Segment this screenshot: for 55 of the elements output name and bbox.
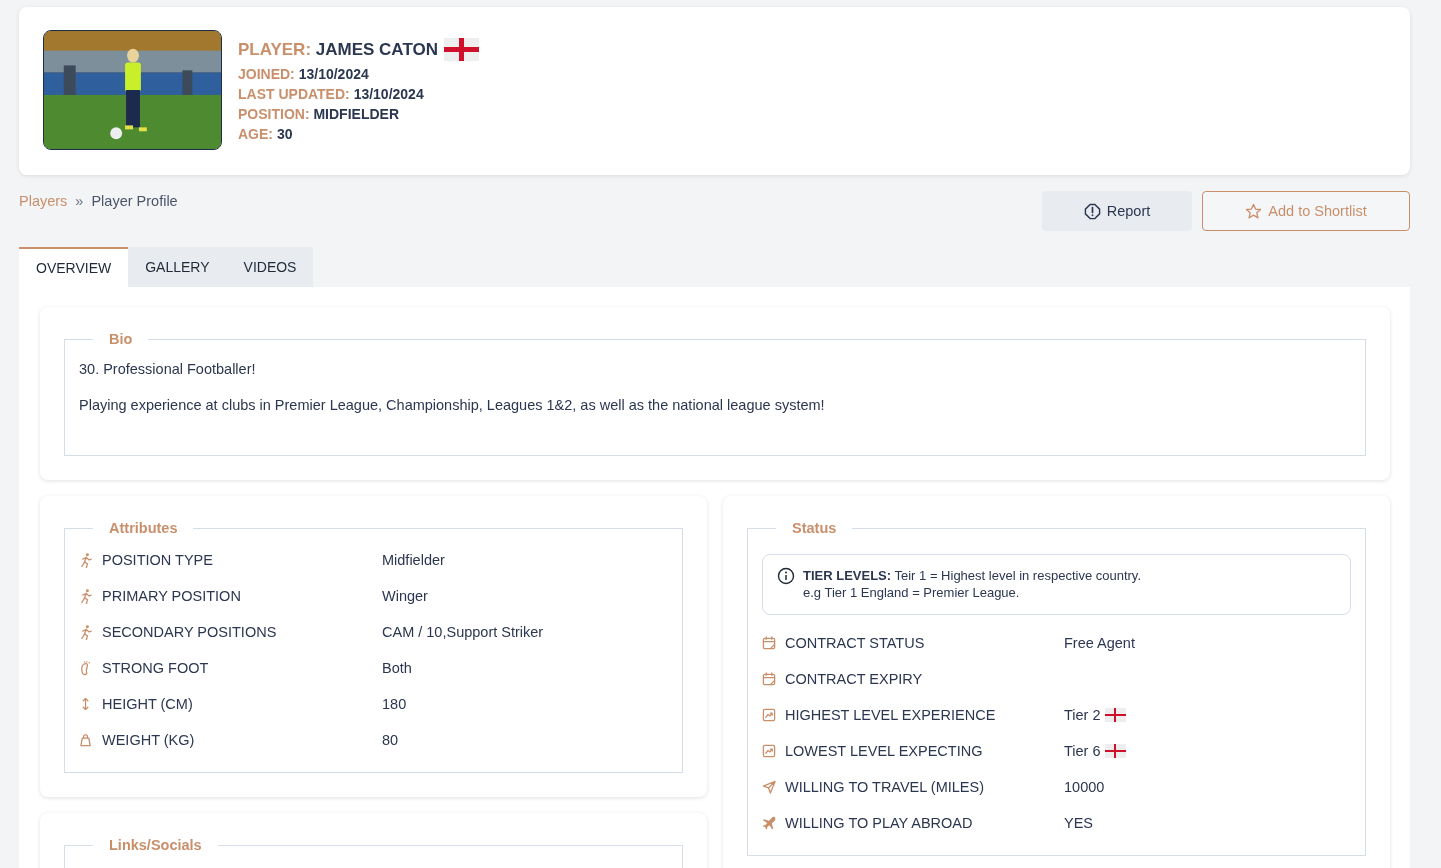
- section-title: Status: [791, 520, 838, 536]
- runner-icon: [79, 624, 93, 640]
- calendar-edit-icon: [762, 671, 776, 687]
- bio-text: 30. Professional Footballer!: [79, 361, 257, 377]
- attribute-label: POSITION TYPE: [102, 552, 214, 568]
- attribute-value: CAM / 10,Support Striker: [382, 624, 544, 640]
- attribute-label: HEIGHT (CM): [102, 696, 194, 712]
- attribute-value: Free Agent: [1064, 635, 1135, 651]
- runner-icon: [79, 588, 93, 604]
- attribute-label: WILLING TO PLAY ABROAD: [785, 815, 974, 831]
- report-button[interactable]: Report: [1042, 191, 1192, 231]
- attribute-value: 10000: [1064, 779, 1105, 795]
- attribute-value: 80: [382, 732, 399, 748]
- alert-icon: [1083, 202, 1101, 220]
- attribute-label: CONTRACT EXPIRY: [785, 671, 924, 687]
- info-icon: [777, 567, 795, 585]
- attribute-label: HIGHEST LEVEL EXPERIENCE: [785, 707, 997, 723]
- plane-icon: [762, 815, 776, 831]
- runner-icon: [79, 552, 93, 568]
- send-icon: [762, 779, 776, 795]
- attribute-label: PRIMARY POSITION: [102, 588, 242, 604]
- attribute-label: CONTRACT STATUS: [785, 635, 926, 651]
- bio-text: Playing experience at clubs in Premier League, Championship, Leagues 1&2, as well as the national league system!: [79, 397, 826, 413]
- attribute-value: 180: [382, 696, 407, 712]
- tab[interactable]: GALLERY: [128, 247, 227, 287]
- attribute-label: STRONG FOOT: [102, 660, 210, 676]
- player-detail: JOINED: 13/10/2024: [238, 66, 370, 83]
- attribute-value: YES: [1064, 815, 1093, 831]
- player-detail: POSITION: MIDFIELDER: [238, 106, 400, 123]
- calendar-edit-icon: [762, 635, 776, 651]
- section-title: Bio: [108, 331, 134, 347]
- star-icon: [1245, 202, 1263, 220]
- breadcrumb-separator: »: [75, 193, 84, 209]
- attribute-value: Winger: [382, 588, 428, 604]
- chart-up-icon: [762, 707, 776, 723]
- attribute-value: Midfielder: [382, 552, 445, 568]
- chart-up-icon: [762, 743, 776, 759]
- section-title: Links/Socials: [108, 837, 203, 853]
- tab[interactable]: OVERVIEW: [19, 247, 129, 287]
- player-name: PLAYER: JAMES CATON: [238, 39, 438, 60]
- bag-icon: [79, 732, 93, 748]
- attribute-value: Tier 2: [1064, 707, 1101, 723]
- player-detail: AGE: 30: [238, 126, 294, 143]
- section-title: Attributes: [108, 520, 179, 536]
- player-detail: LAST UPDATED: 13/10/2024: [238, 86, 425, 103]
- tab[interactable]: VIDEOS: [226, 247, 314, 287]
- attribute-label: SECONDARY POSITIONS: [102, 624, 278, 640]
- attribute-value: Both: [382, 660, 412, 676]
- attribute-value: Tier 6: [1064, 743, 1101, 759]
- attribute-label: WEIGHT (KG): [102, 732, 196, 748]
- attribute-label: LOWEST LEVEL EXPECTING: [785, 743, 984, 759]
- notice-text: TIER LEVELS: Teir 1 = Highest level in respective country. e.g Tier 1 England = Premier League.: [803, 567, 1141, 601]
- attribute-label: WILLING TO TRAVEL (MILES): [785, 779, 986, 795]
- breadcrumb-current: Player Profile: [91, 193, 178, 209]
- footprint-icon: [79, 660, 93, 676]
